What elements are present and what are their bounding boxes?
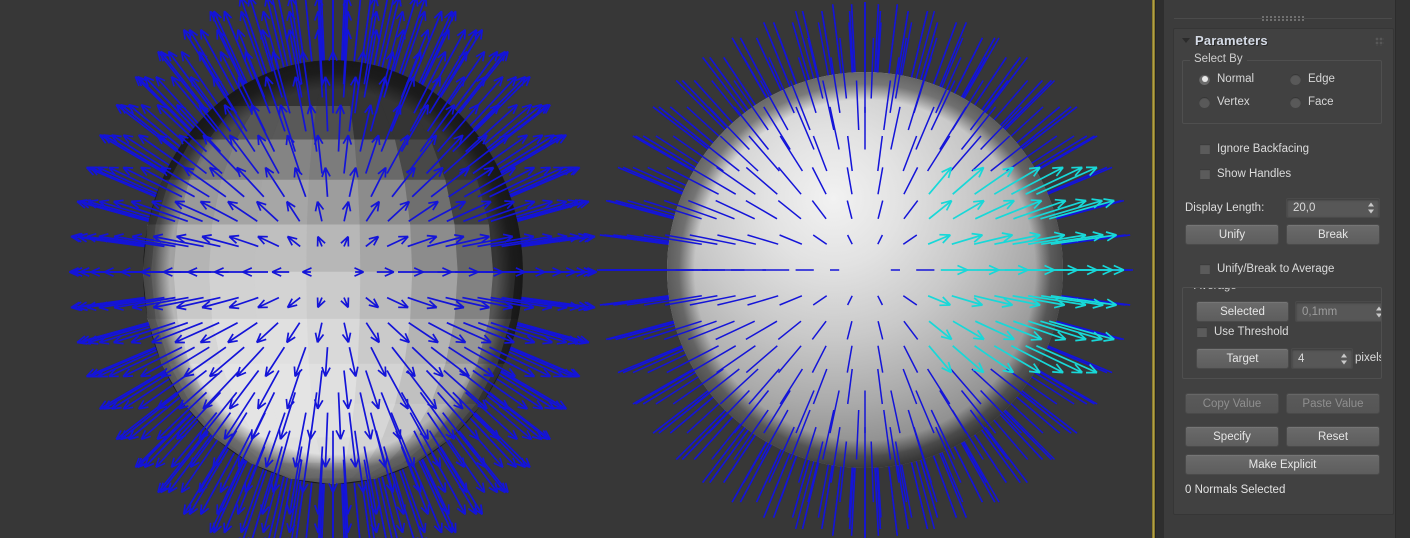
average-target-button[interactable]: Target — [1196, 348, 1289, 369]
display-length-label: Display Length: — [1185, 202, 1265, 214]
rollout-parameters: Parameters Select By Normal Edge Vertex — [1173, 28, 1394, 515]
checkbox-box-use-threshold — [1197, 327, 1207, 337]
command-panel: Parameters Select By Normal Edge Vertex — [1164, 0, 1410, 538]
radio-dot-edge — [1290, 73, 1301, 85]
checkbox-box-unify-break-to-average — [1200, 264, 1210, 274]
radio-label-edge: Edge — [1308, 73, 1335, 85]
average-target-value: 4 — [1298, 352, 1305, 365]
divider-grip-icon — [1262, 15, 1304, 23]
unify-button[interactable]: Unify — [1185, 224, 1279, 245]
panel-divider-handle[interactable] — [1174, 15, 1392, 23]
sphere-right-group — [597, 2, 1133, 538]
status-normals-selected: 0 Normals Selected — [1185, 484, 1286, 496]
panel-scrollbar[interactable] — [1395, 0, 1410, 538]
radio-label-face: Face — [1308, 96, 1334, 108]
radio-edge[interactable]: Edge — [1290, 73, 1335, 85]
rollout-header[interactable]: Parameters — [1174, 29, 1393, 53]
checkbox-label-ignore-backfacing: Ignore Backfacing — [1217, 143, 1310, 155]
display-length-value: 20,0 — [1293, 202, 1316, 214]
checkbox-box-show-handles — [1200, 169, 1210, 179]
paste-value-button[interactable]: Paste Value — [1286, 393, 1380, 414]
copy-value-button[interactable]: Copy Value — [1185, 393, 1279, 414]
splitter-highlight — [1153, 0, 1154, 538]
radio-normal[interactable]: Normal — [1199, 73, 1254, 85]
break-button[interactable]: Break — [1286, 224, 1380, 245]
group-select-by: Select By Normal Edge Vertex Face — [1182, 53, 1382, 124]
triangle-down-icon[interactable] — [1182, 38, 1190, 43]
radio-vertex[interactable]: Vertex — [1199, 96, 1250, 108]
spinner-arrows-icon[interactable] — [1367, 202, 1375, 215]
average-target-spinner[interactable]: 4 — [1291, 348, 1353, 369]
group-average-label: Average — [1190, 288, 1241, 292]
checkbox-label-use-threshold: Use Threshold — [1214, 326, 1289, 338]
radio-dot-face — [1290, 96, 1301, 108]
group-select-by-label: Select By — [1190, 53, 1247, 65]
specify-button[interactable]: Specify — [1185, 426, 1279, 447]
viewport-3d[interactable] — [0, 0, 1152, 538]
display-length-spinner[interactable]: 20,0 — [1286, 198, 1380, 218]
group-average: Average Selected 0,1mm Use Threshold Tar… — [1182, 287, 1382, 379]
rollout-title: Parameters — [1195, 33, 1268, 48]
average-threshold-value: 0,1mm — [1302, 305, 1338, 318]
checkbox-use-threshold[interactable]: Use Threshold — [1197, 326, 1289, 338]
make-explicit-button[interactable]: Make Explicit — [1185, 454, 1380, 475]
viewport-canvas — [0, 0, 1152, 538]
radio-dot-normal — [1199, 73, 1210, 85]
checkbox-label-show-handles: Show Handles — [1217, 168, 1292, 180]
radio-face[interactable]: Face — [1290, 96, 1334, 108]
reset-button[interactable]: Reset — [1286, 426, 1380, 447]
spinner-arrows-icon[interactable] — [1375, 305, 1381, 318]
checkbox-ignore-backfacing[interactable]: Ignore Backfacing — [1200, 143, 1309, 155]
radio-label-vertex: Vertex — [1217, 96, 1250, 108]
average-selected-button[interactable]: Selected — [1196, 301, 1289, 322]
app-root: Parameters Select By Normal Edge Vertex — [0, 0, 1410, 538]
checkbox-show-handles[interactable]: Show Handles — [1200, 168, 1291, 180]
average-target-units: pixels — [1355, 352, 1382, 364]
grid-dots-icon[interactable] — [1375, 37, 1384, 46]
spinner-arrows-icon[interactable] — [1340, 352, 1348, 365]
average-threshold-spinner[interactable]: 0,1mm — [1295, 301, 1381, 322]
checkbox-label-unify-break-to-average: Unify/Break to Average — [1217, 263, 1335, 275]
radio-dot-vertex — [1199, 96, 1210, 108]
radio-label-normal: Normal — [1217, 73, 1255, 85]
checkbox-unify-break-to-average[interactable]: Unify/Break to Average — [1200, 263, 1334, 275]
checkbox-box-ignore-backfacing — [1200, 144, 1210, 154]
